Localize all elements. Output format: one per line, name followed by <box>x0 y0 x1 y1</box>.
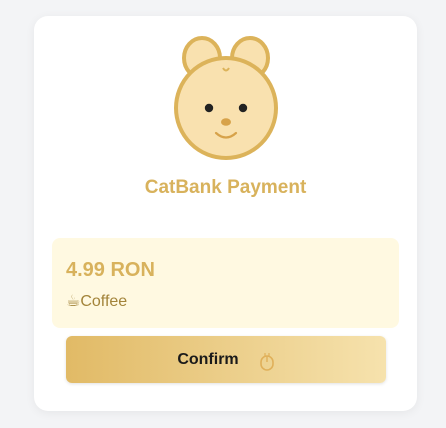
payment-details-panel: 4.99 RON ☕Coffee <box>52 238 399 328</box>
paw-icon <box>259 352 275 372</box>
payment-amount: 4.99 RON <box>66 259 155 281</box>
confirm-button[interactable]: Confirm <box>66 336 386 383</box>
cat-face-icon <box>170 36 282 161</box>
payment-description: ☕Coffee <box>66 293 128 310</box>
payment-card: CatBank Payment 4.99 RON ☕Coffee Confirm <box>34 16 417 411</box>
page-title: CatBank Payment <box>144 177 307 198</box>
confirm-button-label: Confirm <box>177 350 239 368</box>
